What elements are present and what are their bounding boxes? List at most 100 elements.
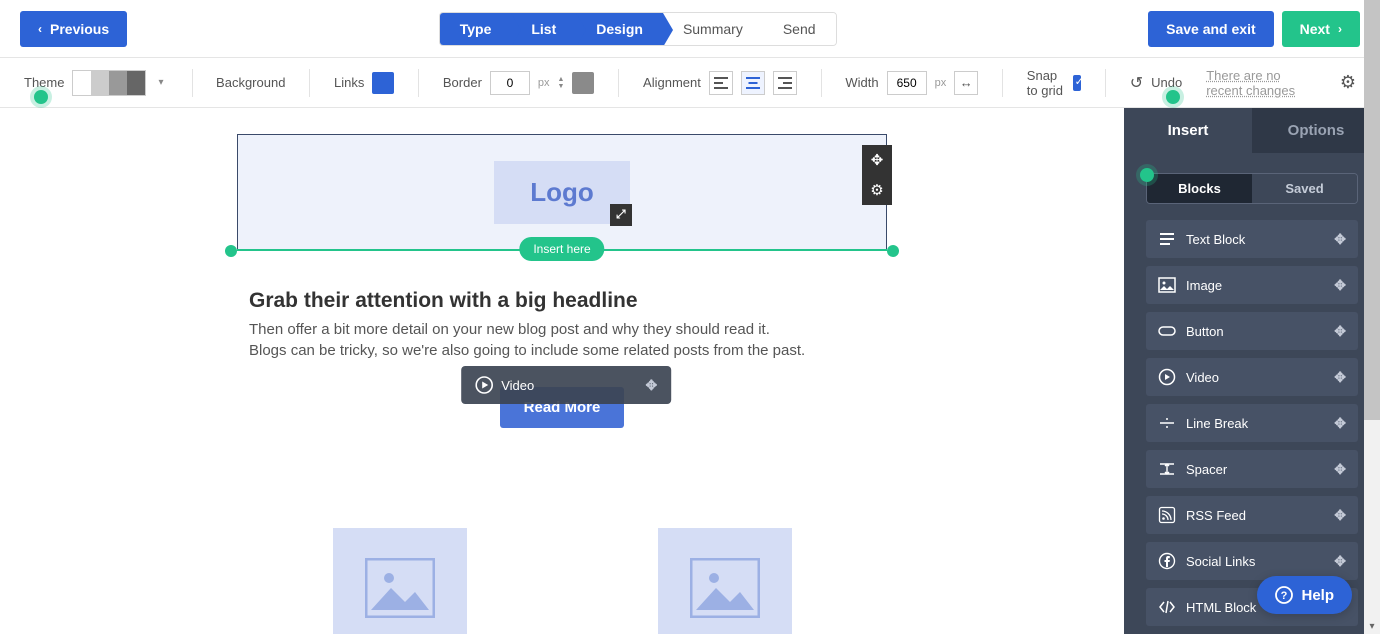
next-button[interactable]: Next › bbox=[1282, 11, 1360, 47]
align-left-button[interactable] bbox=[709, 71, 733, 95]
move-block-icon[interactable]: ✥ bbox=[862, 145, 892, 175]
block-item-label: Text Block bbox=[1186, 232, 1245, 247]
theme-swatches[interactable] bbox=[72, 70, 146, 96]
snap-checkbox[interactable] bbox=[1073, 75, 1082, 91]
background-group[interactable]: Background bbox=[216, 75, 285, 90]
drag-handle-icon: ✥ bbox=[1334, 415, 1346, 432]
width-label: Width bbox=[845, 75, 878, 90]
previous-label: Previous bbox=[50, 21, 109, 37]
canvas-area[interactable]: Logo ⤢ ✥ ⚙ Insert here Grab their attent… bbox=[0, 108, 1124, 634]
logo-placeholder[interactable]: Logo ⤢ bbox=[494, 161, 630, 224]
chevron-left-icon: ‹ bbox=[38, 22, 42, 36]
help-label: Help bbox=[1301, 587, 1334, 604]
image-row bbox=[237, 528, 887, 634]
subtab-blocks[interactable]: Blocks bbox=[1147, 174, 1252, 203]
block-settings-icon[interactable]: ⚙ bbox=[862, 175, 892, 205]
settings-gear-icon[interactable]: ⚙ bbox=[1340, 72, 1356, 93]
save-exit-button[interactable]: Save and exit bbox=[1148, 11, 1274, 47]
scroll-down-arrow-icon[interactable]: ▾ bbox=[1364, 618, 1380, 634]
swatch-darkgray[interactable] bbox=[127, 71, 145, 95]
border-group: Border px ▲▼ bbox=[443, 71, 595, 95]
background-label: Background bbox=[216, 75, 285, 90]
expand-width-button[interactable]: ↔ bbox=[954, 71, 978, 95]
links-color-picker[interactable] bbox=[372, 72, 394, 94]
step-type[interactable]: Type bbox=[440, 13, 512, 45]
insert-handle-right-icon[interactable] bbox=[887, 245, 899, 257]
rss-icon bbox=[1158, 506, 1176, 524]
width-input[interactable] bbox=[887, 71, 927, 95]
onboarding-pulse-icon[interactable] bbox=[1166, 90, 1180, 104]
recent-changes-link[interactable]: There are no recent changes bbox=[1206, 68, 1298, 98]
theme-label: Theme bbox=[24, 75, 64, 90]
swatch-white[interactable] bbox=[73, 71, 91, 95]
video-icon bbox=[1158, 368, 1176, 386]
drag-handle-icon: ✥ bbox=[645, 377, 657, 394]
button-icon bbox=[1158, 322, 1176, 340]
drag-handle-icon: ✥ bbox=[1334, 277, 1346, 294]
swatch-gray[interactable] bbox=[109, 71, 127, 95]
svg-text:?: ? bbox=[1281, 590, 1288, 602]
vertical-scrollbar[interactable]: ▾ bbox=[1364, 0, 1380, 634]
alignment-group: Alignment bbox=[643, 71, 797, 95]
align-right-button[interactable] bbox=[773, 71, 797, 95]
insert-here-pill[interactable]: Insert here bbox=[519, 237, 604, 261]
drag-handle-icon: ✥ bbox=[1334, 231, 1346, 248]
undo-label: Undo bbox=[1151, 75, 1182, 90]
image-icon bbox=[1158, 276, 1176, 294]
block-item-image[interactable]: Image ✥ bbox=[1146, 266, 1358, 304]
links-label: Links bbox=[334, 75, 364, 90]
right-sidebar: Insert Options Blocks Saved Text Block✥I… bbox=[1124, 108, 1380, 634]
subtab-saved[interactable]: Saved bbox=[1252, 174, 1357, 203]
width-unit: px bbox=[935, 77, 947, 89]
block-item-label: Social Links bbox=[1186, 554, 1255, 569]
block-item-label: Button bbox=[1186, 324, 1224, 339]
block-item-video[interactable]: Video✥ bbox=[1146, 358, 1358, 396]
headline-block[interactable]: Grab their attention with a big headline… bbox=[237, 289, 887, 361]
drag-ghost-video[interactable]: Video ✥ bbox=[461, 366, 671, 404]
theme-dropdown-caret-icon[interactable]: ▾ bbox=[154, 77, 167, 88]
block-item-label: Video bbox=[1186, 370, 1219, 385]
block-item-spacer[interactable]: Spacer✥ bbox=[1146, 450, 1358, 488]
tab-options[interactable]: Options bbox=[1252, 108, 1380, 153]
border-label: Border bbox=[443, 75, 482, 90]
play-circle-icon bbox=[475, 376, 493, 394]
block-item-label: Image bbox=[1186, 278, 1222, 293]
step-send[interactable]: Send bbox=[763, 13, 836, 45]
block-item-text[interactable]: Text Block ✥ bbox=[1146, 220, 1358, 258]
onboarding-pulse-icon[interactable] bbox=[1140, 168, 1154, 182]
spacer-icon bbox=[1158, 460, 1176, 478]
links-group: Links bbox=[334, 72, 394, 94]
border-color-picker[interactable] bbox=[572, 72, 594, 94]
block-item-rss[interactable]: RSS Feed✥ bbox=[1146, 496, 1358, 534]
resize-handle-icon[interactable]: ⤢ bbox=[610, 204, 632, 226]
image-placeholder[interactable] bbox=[658, 528, 792, 634]
previous-button[interactable]: ‹ Previous bbox=[20, 11, 127, 47]
insert-handle-left-icon[interactable] bbox=[225, 245, 237, 257]
image-placeholder[interactable] bbox=[333, 528, 467, 634]
help-button[interactable]: ? Help bbox=[1257, 576, 1352, 614]
main-area: Logo ⤢ ✥ ⚙ Insert here Grab their attent… bbox=[0, 108, 1380, 634]
html-icon bbox=[1158, 598, 1176, 616]
step-summary[interactable]: Summary bbox=[663, 13, 763, 45]
sidebar-subtabs: Blocks Saved bbox=[1146, 173, 1358, 204]
tab-insert[interactable]: Insert bbox=[1124, 108, 1252, 153]
social-icon bbox=[1158, 552, 1176, 570]
align-center-button[interactable] bbox=[741, 71, 765, 95]
swatch-lightgray[interactable] bbox=[91, 71, 109, 95]
separator bbox=[1105, 69, 1106, 97]
border-spinner[interactable]: ▲▼ bbox=[558, 76, 565, 90]
block-item-social[interactable]: Social Links✥ bbox=[1146, 542, 1358, 580]
next-label: Next bbox=[1300, 21, 1330, 37]
selected-logo-block[interactable]: Logo ⤢ ✥ ⚙ bbox=[237, 134, 887, 250]
block-item-linebreak[interactable]: Line Break✥ bbox=[1146, 404, 1358, 442]
body-line-2: Blogs can be tricky, so we're also going… bbox=[249, 340, 875, 361]
drag-handle-icon: ✥ bbox=[1334, 507, 1346, 524]
insert-drop-line[interactable]: Insert here bbox=[237, 249, 887, 251]
block-item-button[interactable]: Button✥ bbox=[1146, 312, 1358, 350]
step-design[interactable]: Design bbox=[576, 13, 663, 45]
scrollbar-thumb[interactable] bbox=[1364, 0, 1380, 420]
linebreak-icon bbox=[1158, 414, 1176, 432]
onboarding-pulse-icon[interactable] bbox=[34, 90, 48, 104]
drag-handle-icon: ✥ bbox=[1334, 461, 1346, 478]
border-width-input[interactable] bbox=[490, 71, 530, 95]
